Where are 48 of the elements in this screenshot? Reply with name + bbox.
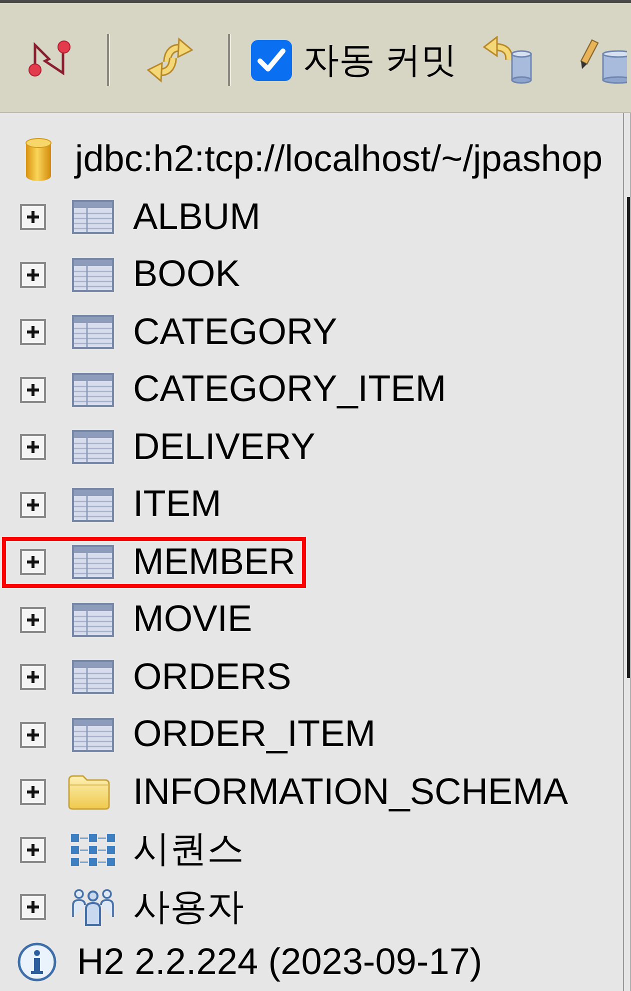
users-icon xyxy=(70,887,116,928)
table-icon xyxy=(72,372,114,407)
tree-item-label[interactable]: 사용자 xyxy=(133,886,244,929)
tree-item-label[interactable]: DELIVERY xyxy=(133,426,316,469)
expand-toggle[interactable] xyxy=(20,664,46,690)
tree-item-label[interactable]: ORDERS xyxy=(133,656,292,699)
table-icon xyxy=(72,718,114,752)
tree-item-label[interactable]: ITEM xyxy=(133,483,222,526)
expand-toggle[interactable] xyxy=(20,262,46,288)
tree-item-label[interactable]: 시퀀스 xyxy=(133,828,244,872)
expand-toggle[interactable] xyxy=(20,204,46,230)
tree-item-label[interactable]: CATEGORY_ITEM xyxy=(133,368,446,412)
expand-toggle[interactable] xyxy=(20,376,46,403)
database-icon xyxy=(25,138,52,182)
expand-toggle[interactable] xyxy=(20,894,46,920)
expand-toggle[interactable] xyxy=(20,319,46,346)
connection-label[interactable]: jdbc:h2:tcp://localhost/~/jpashop xyxy=(75,138,603,182)
tree-item-label[interactable]: INFORMATION_SCHEMA xyxy=(133,770,568,814)
tree-item-label[interactable]: ORDER_ITEM xyxy=(133,713,376,756)
tree-item-label[interactable]: MEMBER xyxy=(133,540,296,584)
table-icon xyxy=(72,430,114,464)
scrollbar-thumb[interactable] xyxy=(627,197,630,678)
tree-item-label[interactable]: CATEGORY xyxy=(133,310,338,354)
table-icon xyxy=(72,200,114,234)
expand-toggle[interactable] xyxy=(20,779,46,806)
tree-item-label[interactable]: MOVIE xyxy=(133,598,252,642)
expand-toggle[interactable] xyxy=(20,549,46,576)
table-icon xyxy=(72,488,114,522)
table-icon xyxy=(72,315,114,350)
table-icon xyxy=(72,602,114,637)
auto-commit-label[interactable]: 자동 커밋 xyxy=(303,39,458,81)
expand-toggle[interactable] xyxy=(20,434,46,460)
table-icon xyxy=(72,660,114,694)
table-icon xyxy=(72,545,114,580)
undo-arrow-database-icon[interactable] xyxy=(483,36,534,84)
expand-toggle[interactable] xyxy=(20,722,46,748)
folder-icon xyxy=(67,773,111,812)
tree-item-label[interactable]: ALBUM xyxy=(133,196,260,239)
expand-toggle[interactable] xyxy=(20,492,46,518)
table-icon xyxy=(72,258,114,292)
auto-commit-checkbox[interactable] xyxy=(251,40,292,80)
pencil-database-icon[interactable] xyxy=(578,36,628,84)
expand-toggle[interactable] xyxy=(20,836,46,863)
expand-toggle[interactable] xyxy=(20,606,46,633)
info-icon xyxy=(17,942,57,982)
version-label: H2 2.2.224 (2023-09-17) xyxy=(77,940,482,984)
tree-item-label[interactable]: BOOK xyxy=(133,253,240,296)
sequence-grid-icon xyxy=(70,832,116,867)
